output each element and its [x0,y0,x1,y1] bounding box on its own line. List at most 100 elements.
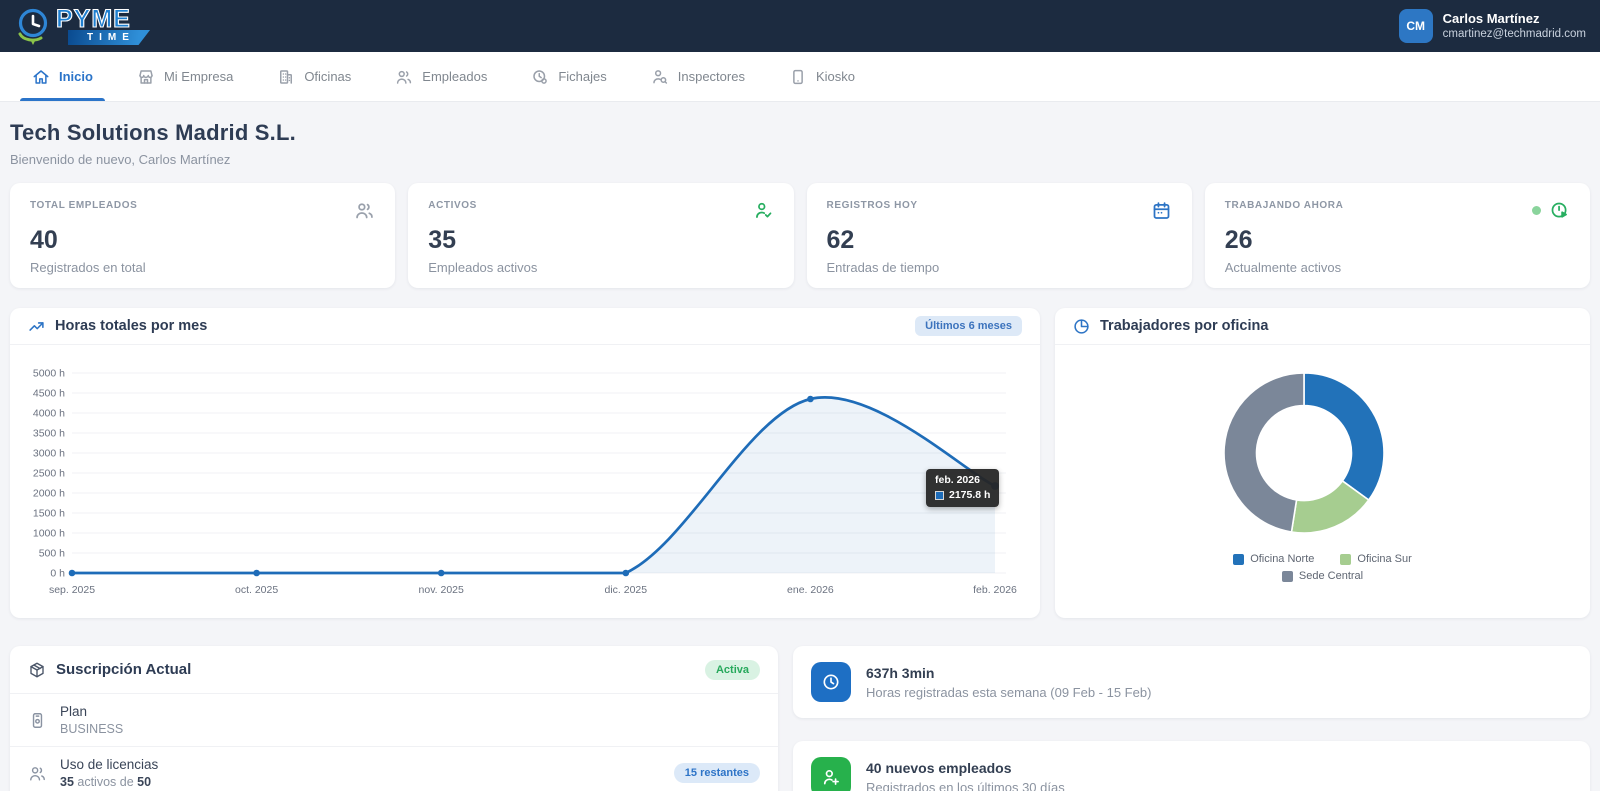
legend-item-oficina-sur[interactable]: Oficina Sur [1340,553,1412,565]
tab-inspectores[interactable]: Inspectores [633,52,763,101]
calendar-icon [1151,200,1172,221]
svg-text:feb. 2026: feb. 2026 [973,584,1017,596]
chart-tooltip: feb. 2026 2175.8 h [926,469,1000,507]
svg-text:3500 h: 3500 h [33,428,65,440]
svg-text:4000 h: 4000 h [33,408,65,420]
legend-label: Oficina Norte [1250,553,1315,565]
remaining-badge: 15 restantes [673,763,760,783]
bottom-row: Suscripción Actual Activa Plan BUSINESS … [10,646,1590,791]
weekly-hours-value: 637h 3min [866,664,935,681]
svg-text:nov. 2025: nov. 2025 [419,584,465,596]
tab-oficinas[interactable]: Oficinas [259,52,369,101]
id-card-icon [28,711,47,730]
tooltip-title: feb. 2026 [935,474,980,486]
stat-label: TOTAL EMPLEADOS [30,200,138,211]
stat-value: 62 [826,226,855,254]
user-search-icon [651,68,669,86]
user-menu[interactable]: CM Carlos Martínez cmartinez@techmadrid.… [1398,9,1586,43]
legend-item-oficina-norte[interactable]: Oficina Norte [1233,553,1314,565]
svg-text:2000 h: 2000 h [33,488,65,500]
stat-label: TRABAJANDO AHORA [1224,200,1344,211]
user-name: Carlos Martínez [1442,10,1540,26]
stat-label: REGISTROS HOY [826,200,918,211]
hours-chart-card: Horas totales por mes Últimos 6 meses 0 … [10,308,1040,618]
plan-label: Plan [60,704,88,719]
charts-row: Horas totales por mes Últimos 6 meses 0 … [10,308,1590,618]
pie-chart-icon [1073,318,1090,335]
tooltip-swatch [935,490,944,500]
svg-text:4500 h: 4500 h [33,388,65,400]
tab-label: Fichajes [558,69,607,84]
svg-text:oct. 2025: oct. 2025 [235,584,278,596]
users-icon [28,764,47,783]
stat-card-registros-hoy: REGISTROS HOY 62 Entradas de tiempo [806,183,1192,288]
svg-text:1500 h: 1500 h [33,508,65,520]
page-title: Tech Solutions Madrid S.L. [10,120,296,145]
clock-play-icon [1549,200,1570,221]
svg-text:3000 h: 3000 h [33,448,65,460]
licenses-value: 35 activos de 50 [60,775,152,789]
new-employees-value: 40 nuevos empleados [866,759,1012,776]
user-check-icon [753,200,774,221]
new-employees-sub: Registrados en los últimos 30 días [866,779,1065,791]
main-content: Tech Solutions Madrid S.L. Bienvenido de… [0,102,1600,791]
top-navbar: PYME TIME CM Carlos Martínez cmartinez@t… [0,0,1600,52]
summary-column: 637h 3min Horas registradas esta semana … [793,646,1590,791]
tablet-icon [789,68,807,86]
svg-text:ene. 2026: ene. 2026 [787,584,834,596]
tab-kiosko[interactable]: Kiosko [771,52,873,101]
avatar: CM [1398,9,1433,43]
subscription-title: Suscripción Actual [56,661,192,678]
live-status-dot [1532,206,1541,215]
licenses-label: Uso de licencias [60,757,159,772]
tab-fichajes[interactable]: Fichajes [513,52,624,101]
tab-mi-empresa[interactable]: Mi Empresa [119,52,251,101]
hours-chart: 0 h 500 h 1000 h 1500 h 2000 h 2500 h 3000 h 35… [10,345,1040,607]
clock-icon [811,662,851,702]
legend-item-sede-central[interactable]: Sede Central [1281,570,1364,582]
plan-row: Plan BUSINESS [10,694,778,747]
status-badge: Activa [704,659,760,680]
licenses-row: Uso de licencias 35 activos de 50 15 res… [10,747,778,791]
office-chart-card: Trabajadores por oficina Oficina Norte O… [1055,308,1590,618]
tooltip-value: 2175.8 h [949,489,991,501]
svg-text:5000 h: 5000 h [33,368,65,380]
range-badge[interactable]: Últimos 6 meses [915,316,1022,336]
tab-inicio[interactable]: Inicio [14,52,111,101]
logo-line1: PYME [55,5,131,33]
subscription-card: Suscripción Actual Activa Plan BUSINESS … [10,646,778,791]
stat-sub: Actualmente activos [1224,260,1342,275]
hours-chart-title: Horas totales por mes [55,318,208,334]
stat-label: ACTIVOS [428,200,477,211]
stat-value: 35 [428,226,457,254]
legend-swatch [1281,570,1293,582]
weekly-hours-sub: Horas registradas esta semana (09 Feb - … [866,684,1152,700]
svg-text:1000 h: 1000 h [33,528,65,540]
app-logo[interactable]: PYME TIME [14,4,150,48]
stat-value: 26 [1224,226,1253,254]
legend-swatch [1233,553,1245,565]
building-icon [277,68,295,86]
user-plus-icon [811,757,851,791]
office-donut-chart: Oficina Norte Oficina Sur Sede Central [1055,345,1590,582]
tab-label: Oficinas [304,69,352,84]
clock-icon [531,68,549,86]
svg-text:2500 h: 2500 h [33,468,65,480]
tab-label: Inicio [59,69,93,84]
home-icon [32,68,50,86]
tab-label: Mi Empresa [163,69,234,84]
stat-card-activos: ACTIVOS 35 Empleados activos [408,183,794,288]
trending-up-icon [28,318,45,335]
stat-sub: Registrados en total [30,260,146,275]
new-employees-card: 40 nuevos empleados Registrados en los ú… [793,741,1590,791]
tab-label: Inspectores [677,69,745,84]
legend-label: Sede Central [1298,570,1364,582]
tab-empleados[interactable]: Empleados [377,52,505,101]
users-icon [354,200,375,221]
legend-label: Oficina Sur [1357,553,1412,565]
logo-text: PYME TIME [55,5,150,45]
office-chart-title: Trabajadores por oficina [1100,318,1269,334]
tab-label: Kiosko [815,69,855,84]
weekly-hours-card: 637h 3min Horas registradas esta semana … [793,646,1590,718]
users-icon [395,68,413,86]
